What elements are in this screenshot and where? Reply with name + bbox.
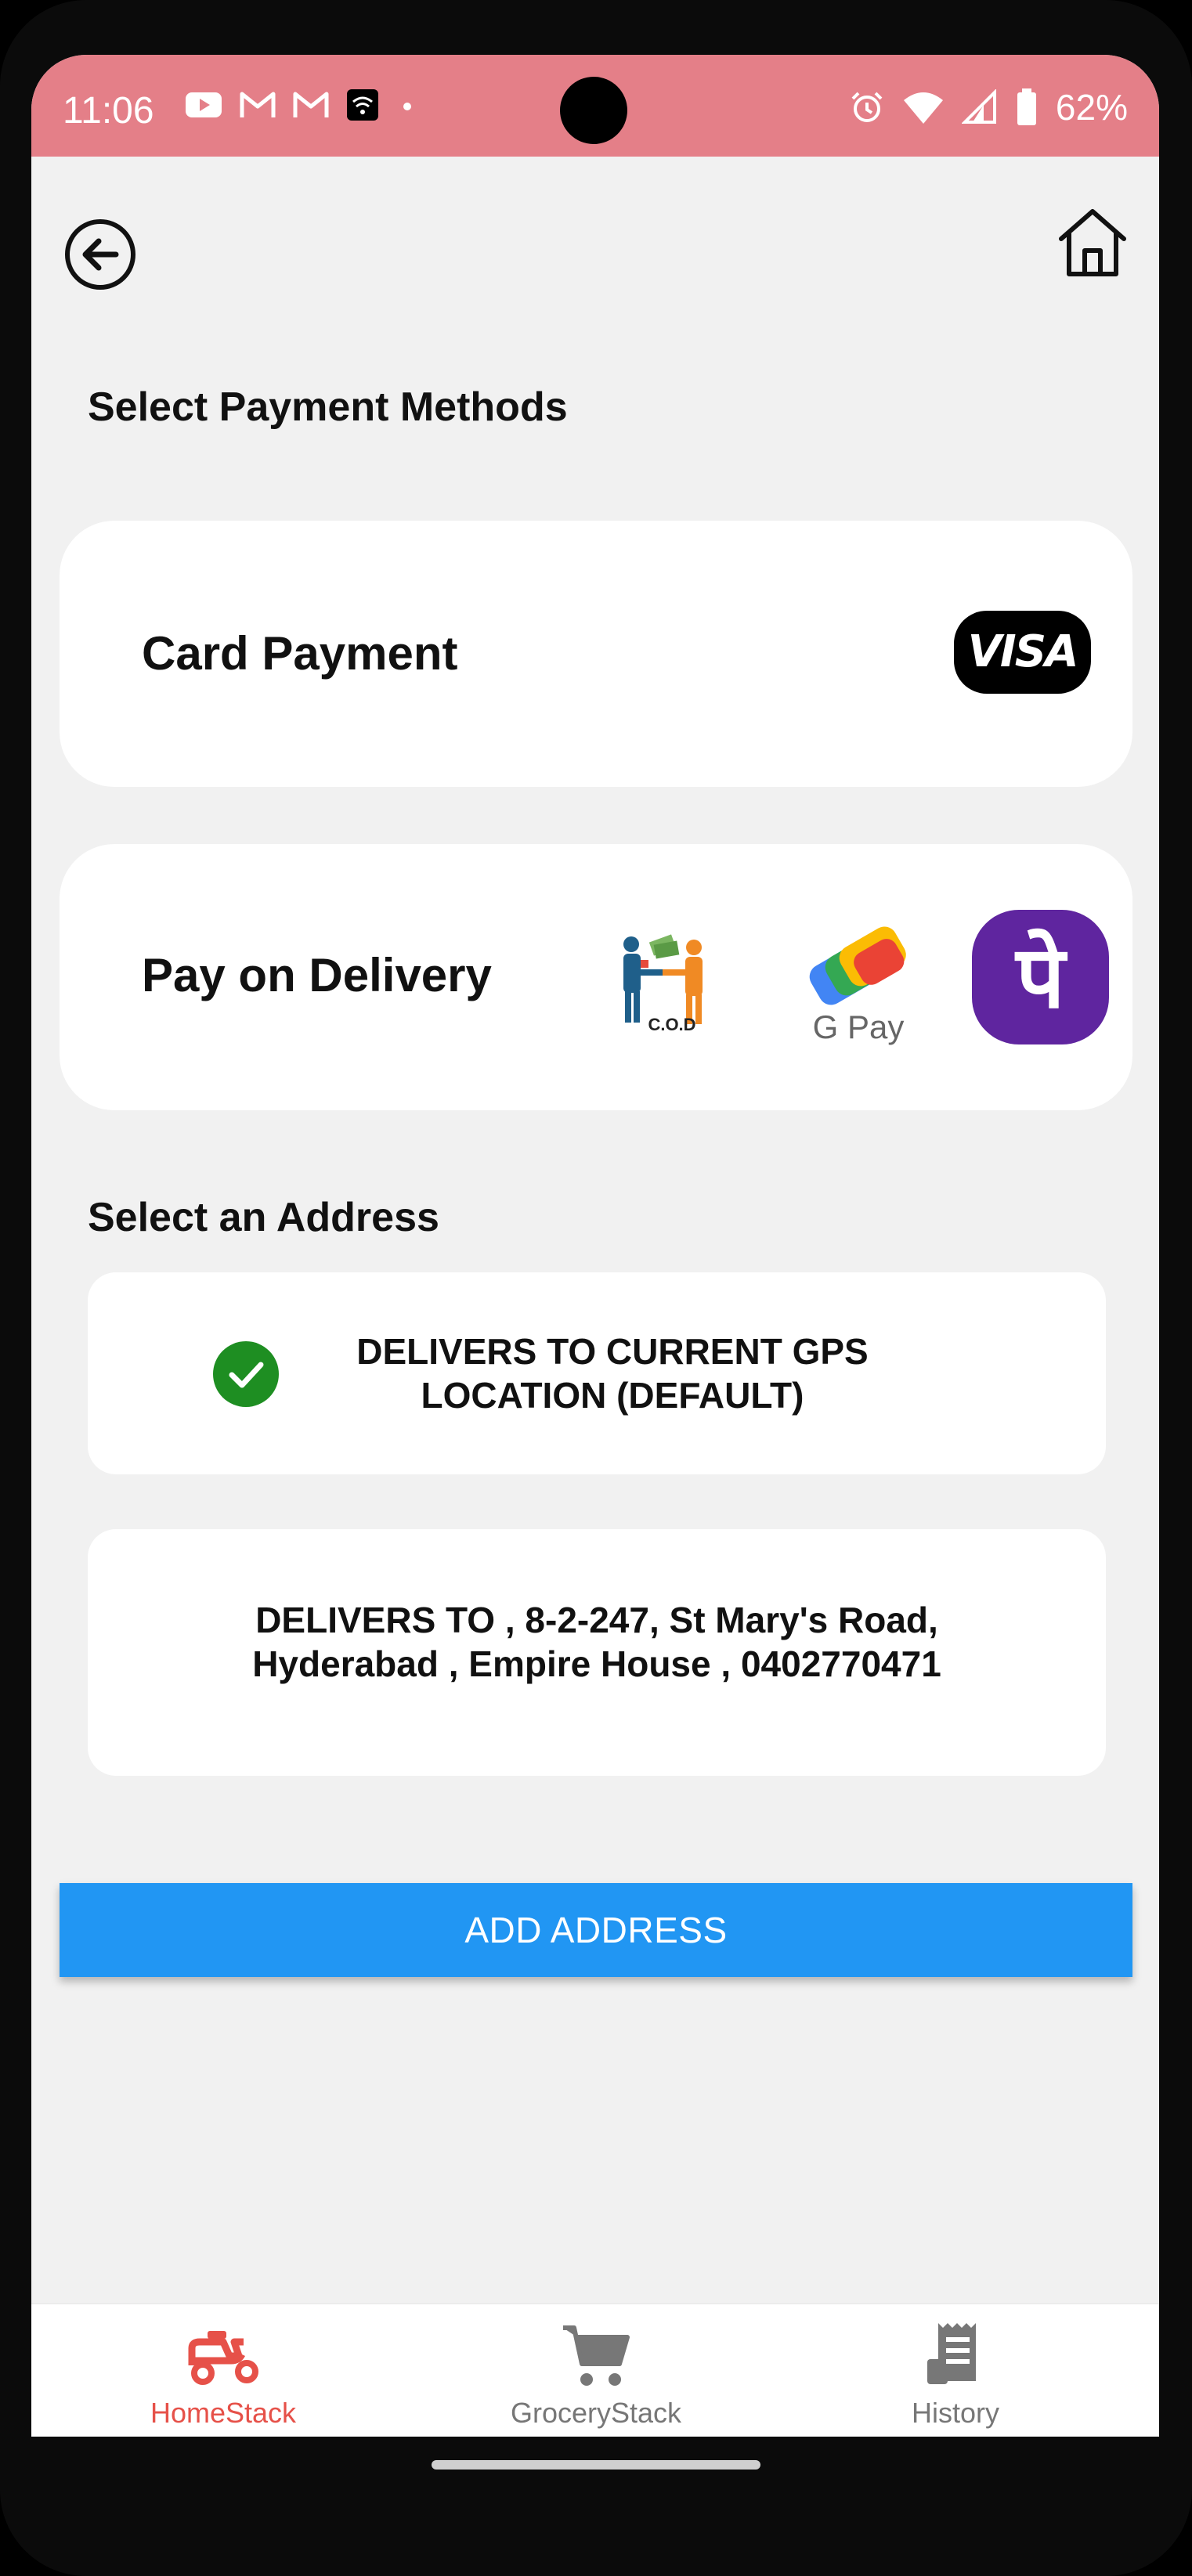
gmail-icon [240,92,276,117]
address-saved-text: DELIVERS TO , 8-2-247, St Mary's Road, H… [252,1600,941,1684]
add-address-button[interactable]: ADD ADDRESS [60,1883,1132,1977]
receipt-icon [927,2323,976,2384]
nav-item-homestack[interactable]: HomeStack [106,2304,341,2437]
battery-percentage: 62% [1055,87,1128,128]
address-section-title: Select an Address [88,1195,439,1240]
status-bar: 11:06 62% [31,55,1159,157]
card-payment-option[interactable]: Card Payment VISA [60,521,1132,787]
notification-icons [184,88,419,122]
wifi-calling-icon [347,89,378,121]
nav-label-homestack: HomeStack [150,2397,297,2429]
home-icon [1059,209,1126,276]
address-option-saved[interactable]: DELIVERS TO , 8-2-247, St Mary's Road, H… [88,1529,1106,1776]
nav-label-grocerystack: GroceryStack [510,2397,682,2429]
nav-item-history[interactable]: History [838,2304,1073,2437]
pay-on-delivery-label: Pay on Delivery [142,949,492,1001]
signal-icon [961,89,996,124]
battery-icon [1017,88,1036,125]
wifi-icon [903,92,943,124]
cod-label: C.O.D [648,1015,695,1034]
card-payment-label: Card Payment [142,627,458,680]
gmail-icon [293,92,329,117]
gpay-logo: G Pay [796,922,921,1052]
back-button[interactable] [61,215,139,294]
home-gesture-bar[interactable] [432,2460,760,2470]
cart-icon [563,2325,630,2386]
front-camera [560,77,627,144]
home-button[interactable] [1053,204,1132,282]
phonepe-logo: पे [972,910,1109,1044]
nav-label-history: History [911,2397,999,2429]
phone-frame: 11:06 62% Select Payment Methods Card Pa… [0,0,1192,2576]
dot-icon [403,103,411,110]
pay-on-delivery-option[interactable]: Pay on Delivery C.O.D G Pay पे [60,844,1132,1110]
visa-logo: VISA [954,611,1091,694]
arrow-left-circle-icon [65,219,135,290]
nav-item-grocerystack[interactable]: GroceryStack [479,2304,713,2437]
scooter-icon [188,2331,258,2385]
status-time: 11:06 [63,90,154,132]
check-circle-icon [213,1341,279,1407]
bottom-navigation: HomeStack GroceryStack History [31,2304,1159,2437]
payment-methods-title: Select Payment Methods [88,384,568,430]
gpay-icon [809,926,906,1005]
system-icons: 62% [849,86,1128,128]
gpay-label: G Pay [812,1008,905,1045]
cod-logo-icon: C.O.D [623,934,703,1034]
address-option-gps[interactable]: DELIVERS TO CURRENT GPS LOCATION (DEFAUL… [88,1272,1106,1474]
app-screen: 11:06 62% Select Payment Methods Card Pa… [31,55,1159,2498]
youtube-icon [186,92,222,117]
alarm-icon [851,92,883,122]
gesture-navigation-area [31,2437,1159,2498]
address-gps-text: DELIVERS TO CURRENT GPS LOCATION (DEFAUL… [356,1331,869,1416]
